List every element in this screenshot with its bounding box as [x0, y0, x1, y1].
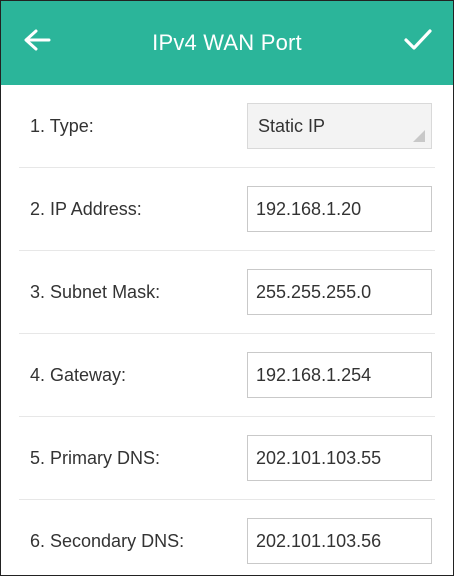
primary-dns-row: 5. Primary DNS:	[19, 417, 435, 500]
screen: IPv4 WAN Port 1. Type: Static IP 2. IP A…	[0, 0, 454, 576]
wan-settings-form: 1. Type: Static IP 2. IP Address: 3. Sub…	[1, 85, 453, 575]
page-title: IPv4 WAN Port	[152, 30, 302, 55]
primary-dns-label: 5. Primary DNS:	[30, 447, 161, 468]
secondary-dns-label: 6. Secondary DNS:	[30, 530, 185, 551]
gateway-row: 4. Gateway:	[19, 334, 435, 417]
type-select[interactable]: Static IP	[247, 103, 432, 149]
arrow-left-icon	[24, 29, 51, 51]
secondary-dns-row: 6. Secondary DNS:	[19, 500, 435, 575]
subnet-mask-label: 3. Subnet Mask:	[30, 281, 161, 302]
secondary-dns-input[interactable]	[247, 518, 432, 564]
dropdown-corner-icon	[413, 130, 425, 142]
save-button[interactable]	[401, 23, 435, 57]
type-row: 1. Type: Static IP	[19, 85, 435, 168]
subnet-mask-row: 3. Subnet Mask:	[19, 251, 435, 334]
type-select-value: Static IP	[258, 115, 326, 136]
ip-address-input[interactable]	[247, 186, 432, 232]
gateway-label: 4. Gateway:	[30, 364, 127, 385]
subnet-mask-input[interactable]	[247, 269, 432, 315]
title-bar: IPv4 WAN Port	[1, 1, 453, 85]
ip-address-label: 2. IP Address:	[30, 198, 142, 219]
back-button[interactable]	[21, 24, 53, 56]
primary-dns-input[interactable]	[247, 435, 432, 481]
ip-address-row: 2. IP Address:	[19, 168, 435, 251]
gateway-input[interactable]	[247, 352, 432, 398]
checkmark-icon	[404, 29, 432, 50]
type-label: 1. Type:	[30, 115, 94, 136]
